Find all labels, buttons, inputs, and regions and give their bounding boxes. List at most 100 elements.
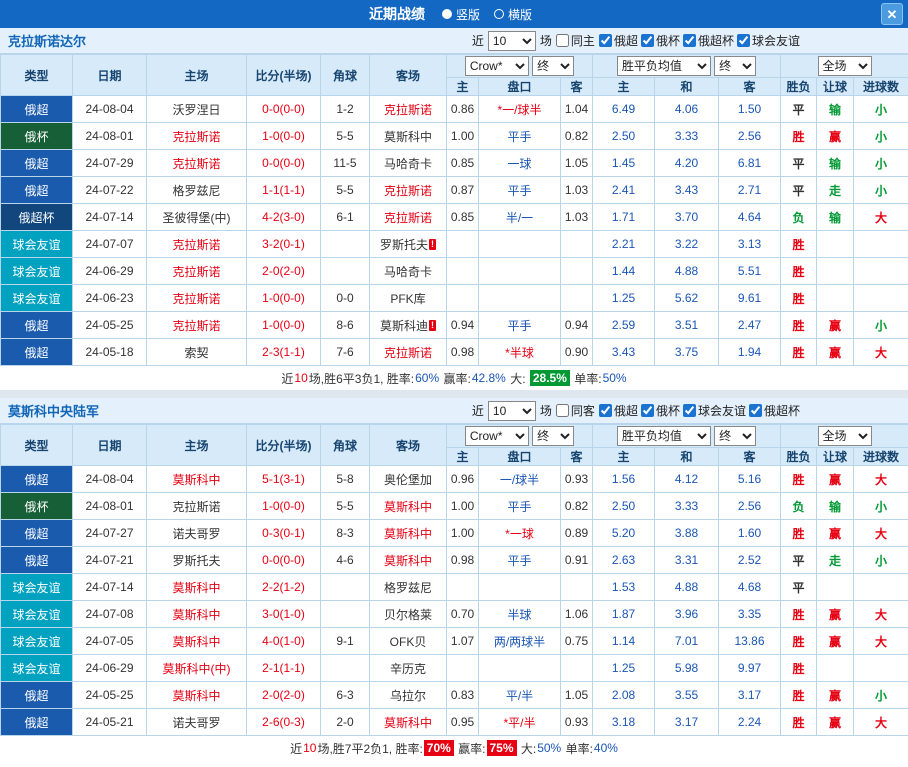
odds-final-select[interactable]: 终 (532, 56, 574, 76)
league-filter[interactable]: 球会友谊 (683, 402, 746, 419)
match-row: 俄超24-05-18索契2-3(1-1)7-6克拉斯诺0.98*半球0.903.… (1, 339, 908, 366)
odds-home-cell: 0.94 (447, 312, 479, 339)
scope-select[interactable]: 全场 (818, 426, 872, 446)
same-side-checkbox[interactable] (556, 34, 569, 47)
league-checkbox[interactable] (737, 34, 750, 47)
same-side-filter[interactable]: 同客 (556, 402, 595, 419)
avg-draw-cell: 3.31 (655, 547, 719, 574)
recent-matches-table: 类型 日期 主场 比分(半场) 角球 客场 Crow* 终 胜平负均值 终 全场 (0, 54, 908, 366)
league-filter[interactable]: 俄杯 (641, 32, 680, 49)
col-header-type: 类型 (1, 55, 73, 96)
odds-away-cell: 0.94 (561, 312, 593, 339)
recent-count-select[interactable]: 10 (488, 31, 536, 51)
recent-count-select[interactable]: 10 (488, 401, 536, 421)
avg-odds-select[interactable]: 胜平负均值 (617, 56, 711, 76)
odds-home-cell: 0.85 (447, 204, 479, 231)
odds-away-cell: 0.82 (561, 123, 593, 150)
home-team-cell: 克拉斯诺 (147, 150, 247, 177)
league-label: 俄超杯 (698, 32, 734, 49)
avg-home-cell: 1.25 (593, 655, 655, 682)
handicap-cell (479, 231, 561, 258)
scope-select[interactable]: 全场 (818, 56, 872, 76)
close-button[interactable]: ✕ (881, 3, 903, 25)
date-cell: 24-07-21 (73, 547, 147, 574)
summary-segment: 单率: (571, 370, 602, 387)
league-cell: 俄超 (1, 312, 73, 339)
result-cell: 平 (781, 574, 817, 601)
avg-away-cell: 4.68 (719, 574, 781, 601)
same-side-checkbox[interactable] (556, 404, 569, 417)
league-filter[interactable]: 俄超 (599, 32, 638, 49)
odds-final-select[interactable]: 终 (532, 426, 574, 446)
league-filter[interactable]: 俄杯 (641, 402, 680, 419)
league-cell: 球会友谊 (1, 574, 73, 601)
league-checkbox[interactable] (599, 34, 612, 47)
handicap-cell: 平/半 (479, 682, 561, 709)
match-row: 俄超24-07-21罗斯托夫0-0(0-0)4-6莫斯科中0.98平手0.912… (1, 547, 908, 574)
col-header-date: 日期 (73, 425, 147, 466)
away-team-cell: 莫斯科中 (370, 493, 447, 520)
cover-cell (817, 285, 854, 312)
avg-draw-cell: 3.70 (655, 204, 719, 231)
layout-horizontal-option[interactable]: 横版 (494, 6, 532, 23)
score-cell: 1-0(0-0) (247, 285, 321, 312)
avg-odds-select[interactable]: 胜平负均值 (617, 426, 711, 446)
cover-cell: 输 (817, 204, 854, 231)
corner-cell: 11-5 (321, 150, 370, 177)
league-filter[interactable]: 球会友谊 (737, 32, 800, 49)
league-filter[interactable]: 俄超 (599, 402, 638, 419)
odds-company-select[interactable]: Crow* (465, 56, 529, 76)
away-team-cell: 莫斯科中 (370, 709, 447, 736)
games-label: 场 (540, 32, 552, 49)
score-cell: 0-0(0-0) (247, 150, 321, 177)
avg-draw-cell: 3.96 (655, 601, 719, 628)
league-checkbox[interactable] (683, 404, 696, 417)
date-cell: 24-08-01 (73, 493, 147, 520)
summary-segment: 单率: (562, 740, 593, 757)
odds-company-select[interactable]: Crow* (465, 426, 529, 446)
avg-final-select[interactable]: 终 (714, 426, 756, 446)
avg-home-cell: 5.20 (593, 520, 655, 547)
summary-segment: 10 (303, 741, 316, 755)
league-cell: 俄超 (1, 520, 73, 547)
home-team-cell: 沃罗涅日 (147, 96, 247, 123)
away-team-cell: 辛历克 (370, 655, 447, 682)
summary-segment: 10 (294, 371, 307, 385)
handicap-cell: 一/球半 (479, 466, 561, 493)
league-checkbox[interactable] (641, 34, 654, 47)
layout-vertical-option[interactable]: 竖版 (442, 6, 480, 23)
league-checkbox[interactable] (683, 34, 696, 47)
avg-draw-cell: 3.55 (655, 682, 719, 709)
subcol-avg-draw: 和 (655, 78, 719, 96)
match-row: 球会友谊24-07-08莫斯科中3-0(1-0)贝尔格莱0.70半球1.061.… (1, 601, 908, 628)
avg-home-cell: 1.87 (593, 601, 655, 628)
avg-draw-cell: 3.17 (655, 709, 719, 736)
cover-cell (817, 231, 854, 258)
handicap-cell (479, 285, 561, 312)
same-side-filter[interactable]: 同主 (556, 32, 595, 49)
odds-away-cell (561, 258, 593, 285)
avg-away-cell: 9.61 (719, 285, 781, 312)
date-cell: 24-05-18 (73, 339, 147, 366)
league-checkbox[interactable] (599, 404, 612, 417)
summary-segment: 42.8% (472, 371, 506, 385)
home-team-cell: 莫斯科中 (147, 628, 247, 655)
cover-cell (817, 574, 854, 601)
score-cell: 2-0(2-0) (247, 682, 321, 709)
league-checkbox[interactable] (749, 404, 762, 417)
col-header-score: 比分(半场) (247, 55, 321, 96)
corner-cell (321, 231, 370, 258)
topbar: 近期战绩 竖版 横版 ✕ (0, 0, 908, 28)
subcol-avg-away: 客 (719, 78, 781, 96)
league-filter[interactable]: 俄超杯 (749, 402, 800, 419)
summary-segment: 大: (518, 740, 537, 757)
score-cell: 4-0(1-0) (247, 628, 321, 655)
scope-group-header: 全场 (781, 425, 908, 448)
match-row: 俄超24-08-04莫斯科中5-1(3-1)5-8奥伦堡加0.96一/球半0.9… (1, 466, 908, 493)
subcol-odds-home: 主 (447, 78, 479, 96)
league-checkbox[interactable] (641, 404, 654, 417)
avg-final-select[interactable]: 终 (714, 56, 756, 76)
league-label: 俄超 (614, 32, 638, 49)
league-filter[interactable]: 俄超杯 (683, 32, 734, 49)
cover-cell: 赢 (817, 682, 854, 709)
